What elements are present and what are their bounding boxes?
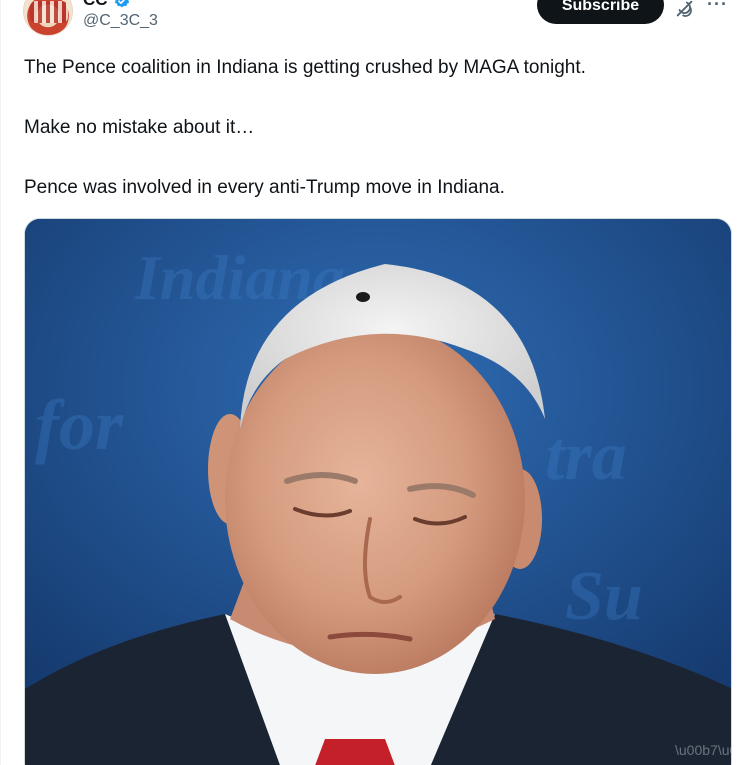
more-icon[interactable]: ··· — [707, 0, 728, 15]
tweet-line: Make no mistake about it… — [24, 117, 255, 138]
subscribe-button[interactable]: Subscribe — [537, 0, 664, 24]
avatar-pattern — [30, 1, 68, 23]
tweet-line: The Pence coalition in Indiana is gettin… — [24, 57, 586, 78]
verified-badge-icon — [114, 0, 130, 8]
tweet-text: The Pence coalition in Indiana is gettin… — [24, 56, 724, 200]
svg-text:for: for — [35, 385, 124, 465]
svg-text:tra: tra — [545, 418, 627, 495]
display-name[interactable]: CC — [83, 0, 108, 10]
avatar[interactable] — [23, 0, 73, 36]
handle[interactable]: @C_3C_3 — [83, 12, 158, 30]
svg-text:Su: Su — [565, 558, 643, 635]
photo-illustration: Indiana for tra Su \u00b7\u — [25, 219, 732, 765]
grok-icon[interactable] — [674, 0, 696, 20]
tweet-card: CC @C_3C_3 Subscribe ··· The Pence coali… — [0, 0, 748, 765]
svg-text:\u00b7\u00b7: \u00b7\u00b7 — [675, 742, 732, 758]
tweet-photo[interactable]: Indiana for tra Su \u00b7\u — [24, 218, 732, 765]
tweet-line: Pence was involved in every anti-Trump m… — [24, 177, 505, 198]
